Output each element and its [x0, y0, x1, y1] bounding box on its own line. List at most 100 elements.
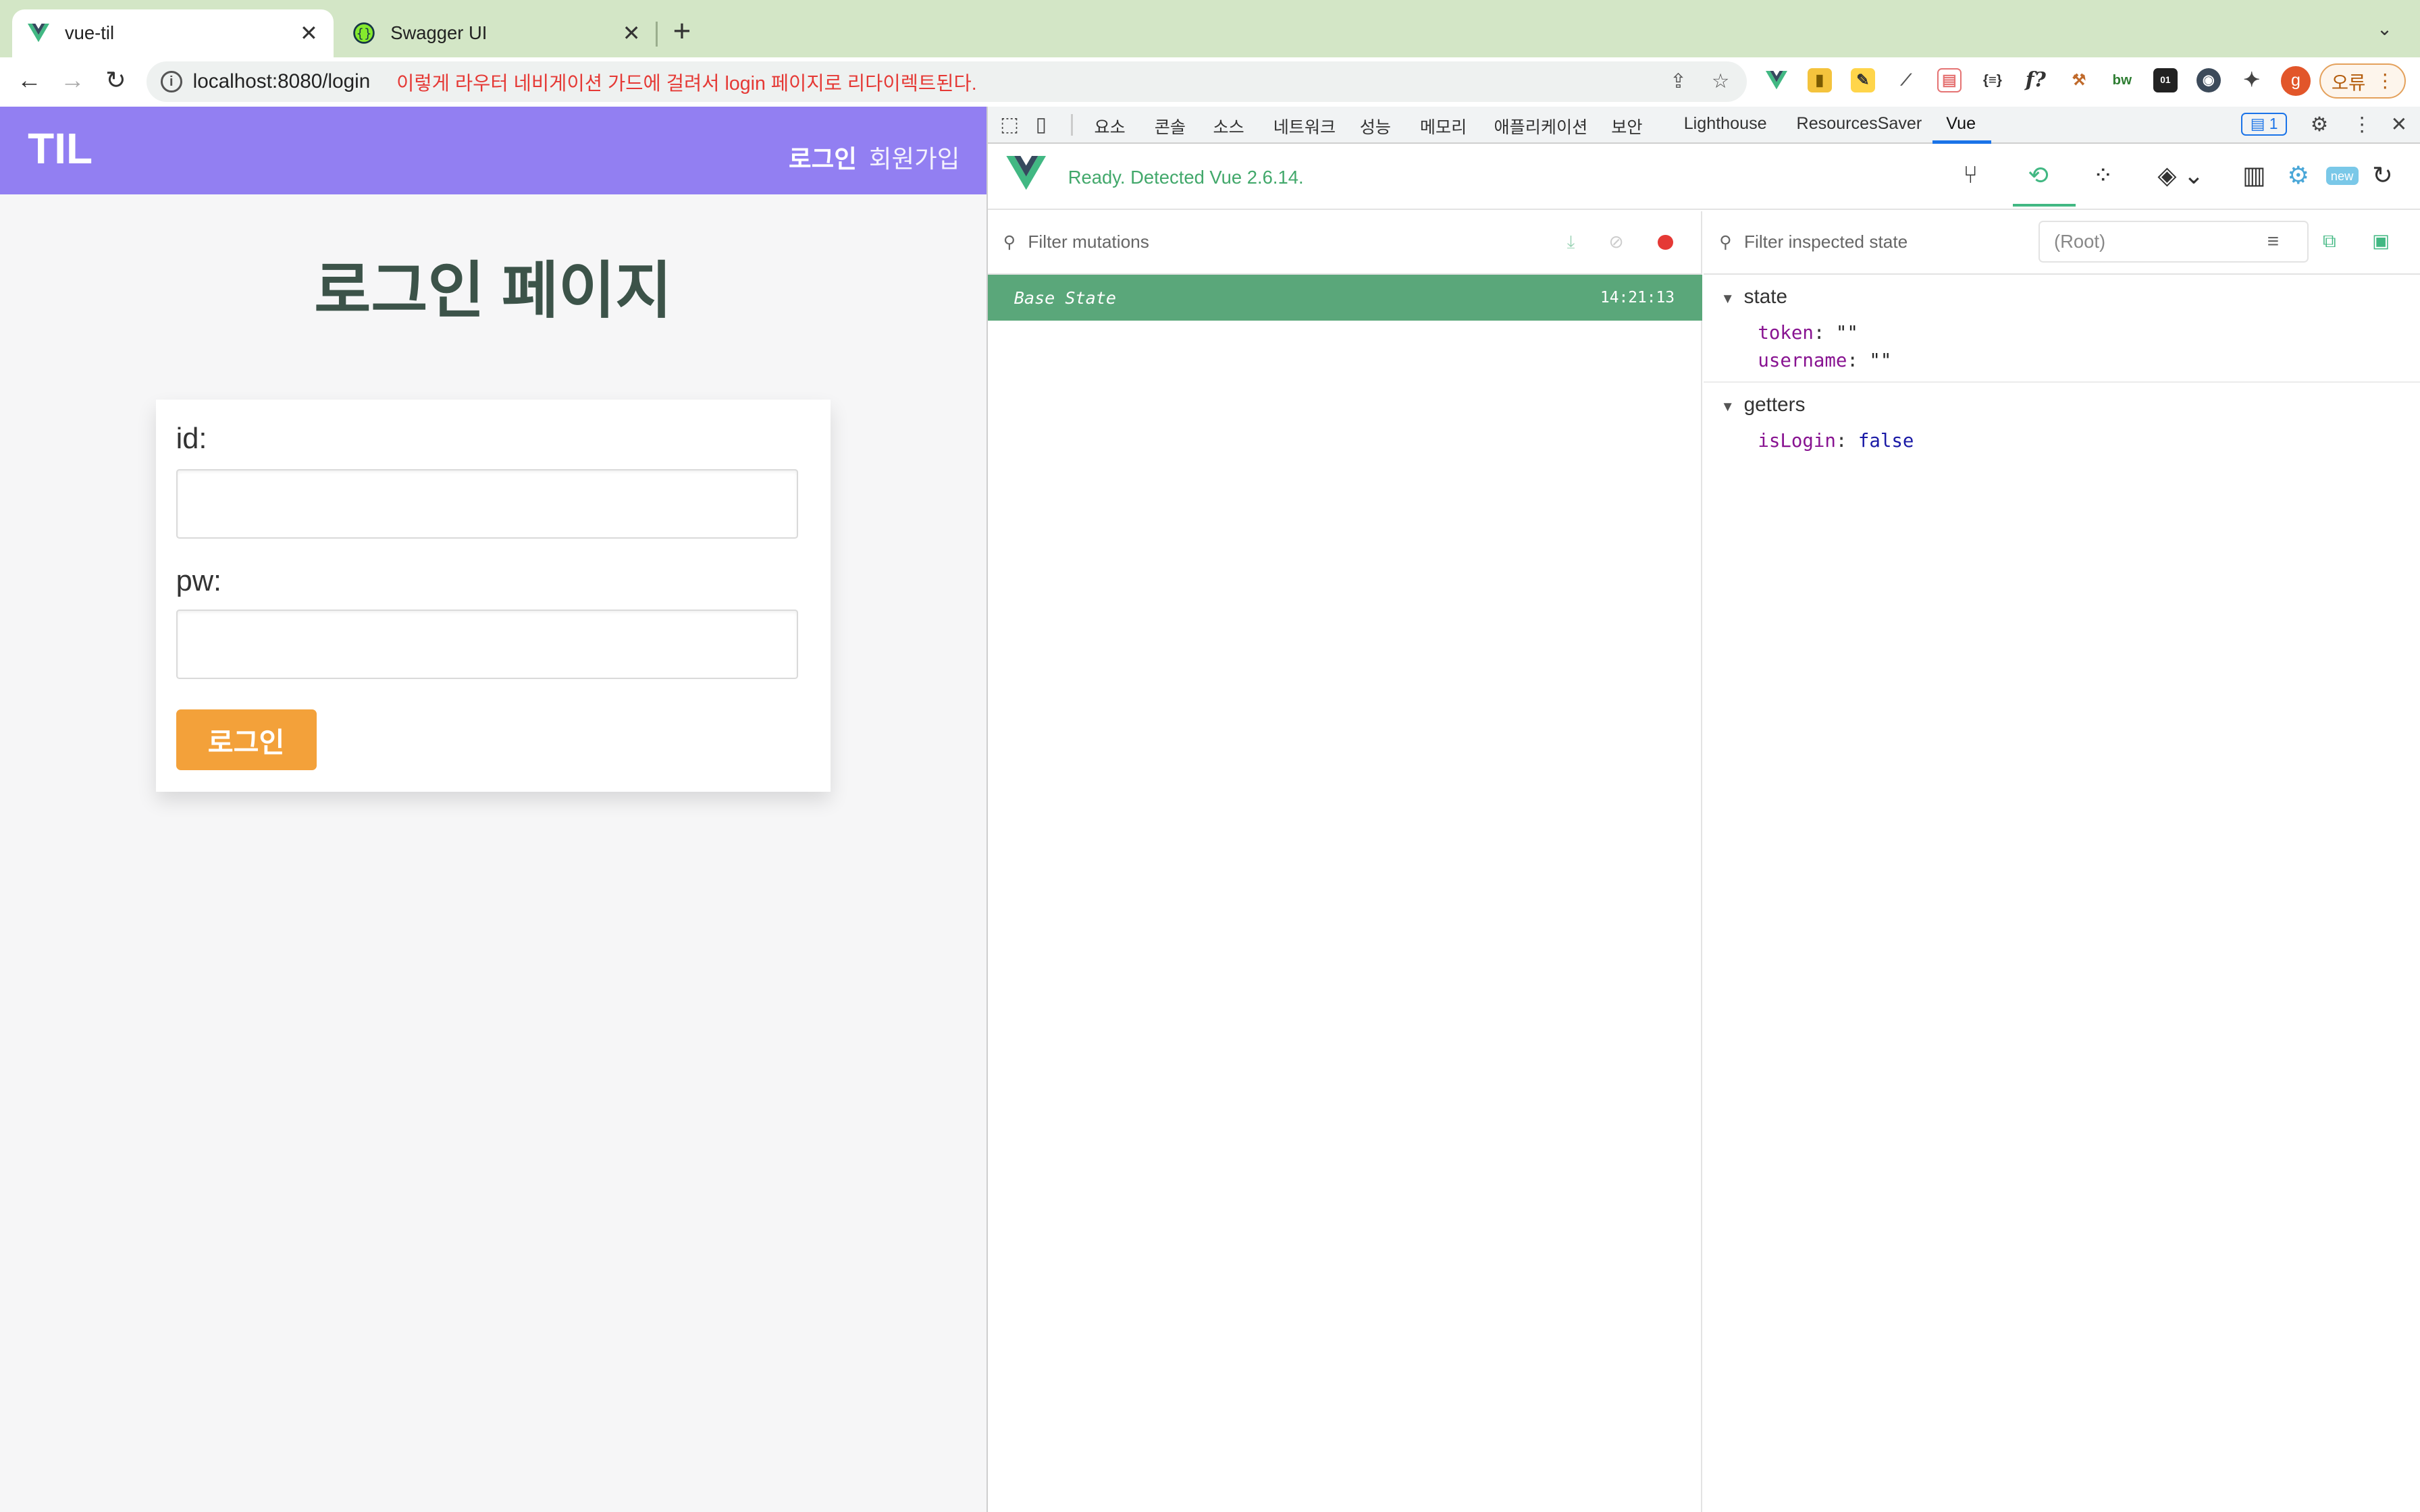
mutations-pane — [988, 211, 1703, 1512]
url-text: localhost:8080/login — [192, 70, 371, 93]
record-icon[interactable] — [1657, 234, 1673, 250]
avatar[interactable]: g — [2281, 66, 2311, 96]
bookmark-extension-icon[interactable]: ▮ — [1807, 68, 1833, 93]
mutations-filter-bar: ⚲ Filter mutations ⤓ ⊘ — [987, 211, 1703, 275]
github-extension-icon[interactable]: ◉ — [2196, 68, 2221, 93]
vue-logo-icon — [28, 22, 50, 44]
refresh-icon[interactable]: ↻ — [2372, 161, 2393, 190]
vue-logo-icon — [1006, 155, 1047, 196]
gear-icon[interactable]: ⚙ — [2311, 113, 2329, 136]
state-section-toggle[interactable]: ▼ state — [1721, 286, 1787, 308]
clear-icon[interactable]: ⊘ — [1609, 232, 1624, 252]
eyedropper-extension-icon[interactable]: ⟋ — [1894, 68, 1919, 93]
close-icon[interactable]: ✕ — [623, 20, 641, 46]
json-extension-icon[interactable]: {≡} — [1980, 68, 2005, 93]
highlighter-extension-icon[interactable]: ✎ — [1850, 68, 1876, 93]
getters-section-toggle[interactable]: ▼ getters — [1721, 394, 1806, 416]
calendar-extension-icon[interactable]: ▤ — [1937, 68, 1962, 93]
close-icon[interactable]: ✕ — [300, 20, 318, 46]
chevron-down-icon[interactable]: ⌄ — [2377, 18, 2392, 40]
devtools-tab-performance[interactable]: 성능 — [1360, 114, 1391, 138]
reload-icon[interactable]: ↻ — [101, 66, 132, 94]
getter-key: isLogin — [1758, 430, 1836, 452]
copy-icon[interactable]: ⧉ — [2323, 230, 2336, 252]
state-row-username: username: "" — [1758, 350, 1892, 371]
nav-signup-link[interactable]: 회원가입 — [869, 139, 960, 175]
pw-label: pw: — [176, 564, 222, 597]
getters-section-title: getters — [1743, 393, 1806, 416]
devtools-tab-memory[interactable]: 메모리 — [1420, 114, 1467, 138]
state-value[interactable]: "" — [1836, 323, 1858, 344]
devtools-tab-lighthouse[interactable]: Lighthouse — [1684, 114, 1767, 134]
getter-value: false — [1858, 430, 1914, 452]
mutations-filter-input[interactable]: Filter mutations — [1028, 232, 1567, 252]
swagger-icon: {} — [353, 22, 375, 44]
devtools-tab-console[interactable]: 콘솔 — [1155, 114, 1186, 138]
new-tab-icon[interactable]: + — [673, 15, 691, 47]
inspect-element-icon[interactable]: ⬚ — [1000, 113, 1019, 136]
state-section-title: state — [1743, 285, 1788, 308]
search-icon: ⚲ — [1719, 232, 1732, 252]
tab-swagger-ui[interactable]: {} Swagger UI ✕ — [338, 9, 656, 57]
settings-tab-icon[interactable]: ⚙ — [2287, 161, 2309, 190]
login-button[interactable]: 로그인 — [176, 709, 317, 770]
caret-down-icon: ▼ — [1720, 398, 1735, 414]
vue-devtools-extension-icon[interactable] — [1764, 68, 1789, 93]
info-icon[interactable]: i — [160, 71, 182, 93]
id-input[interactable] — [176, 468, 798, 539]
issues-badge[interactable]: ▤ 1 — [2240, 112, 2288, 136]
state-filter-input[interactable]: Filter inspected state — [1744, 232, 1908, 252]
mutation-time: 14:21:13 — [1600, 289, 1675, 307]
state-value[interactable]: "" — [1869, 350, 1891, 371]
more-vert-icon[interactable]: ⋮ — [2352, 113, 2372, 136]
back-icon[interactable]: ← — [14, 66, 45, 94]
tab-title: Swagger UI — [390, 22, 488, 44]
error-button[interactable]: 오류 ⋮ — [2319, 63, 2406, 99]
annotation-text: 이렇게 라우터 네비게이션 가드에 걸려서 login 페이지로 리다이렉트된다… — [396, 72, 977, 94]
download-icon[interactable]: ⤓ — [1567, 232, 1575, 253]
hammer-extension-icon[interactable]: ⚒ — [2067, 68, 2092, 93]
state-key: username — [1758, 350, 1847, 371]
new-badge: new — [2325, 166, 2359, 186]
getter-row-islogin: isLogin: false — [1758, 430, 1914, 452]
vue-status-text: Ready. Detected Vue 2.6.14. — [1068, 166, 1304, 188]
tab-vue-til[interactable]: vue-til ✕ — [12, 9, 334, 57]
root-selector-label: (Root) — [2053, 230, 2106, 252]
star-icon[interactable]: ☆ — [1712, 70, 1730, 93]
caret-down-icon: ▼ — [1720, 290, 1735, 306]
devtools-tab-network[interactable]: 네트워크 — [1273, 114, 1336, 138]
mutation-item[interactable]: Base State 14:21:13 — [987, 274, 1703, 321]
forward-icon[interactable]: → — [57, 66, 88, 94]
paste-icon[interactable]: ▣ — [2372, 230, 2390, 252]
share-icon[interactable]: ⇪ — [1670, 70, 1687, 93]
nav-login-link[interactable]: 로그인 — [789, 139, 857, 175]
vuex-history-icon[interactable]: ⟲ — [2028, 161, 2049, 190]
vuex-tab-indicator — [2012, 203, 2076, 207]
puzzle-icon[interactable]: ✦ — [2240, 68, 2265, 93]
state-key: token — [1758, 322, 1814, 344]
search-icon: ⚲ — [1003, 232, 1016, 252]
routing-tab-icon[interactable]: ◈ ⌄ — [2157, 161, 2204, 190]
pw-input[interactable] — [176, 609, 798, 679]
binary-extension-icon[interactable]: 01 — [2153, 68, 2178, 93]
devtools-tab-application[interactable]: 애플리케이션 — [1494, 114, 1588, 138]
devtools-tab-vue[interactable]: Vue — [1946, 114, 1976, 134]
error-button-label: 오류 — [2331, 72, 2366, 93]
devtools-tab-sources[interactable]: 소스 — [1213, 114, 1244, 138]
devtools-tab-elements[interactable]: 요소 — [1095, 114, 1126, 138]
address-bar[interactable]: i localhost:8080/login 이렇게 라우터 네비게이션 가드에… — [147, 61, 1747, 102]
device-toolbar-icon[interactable]: ▯ — [1036, 113, 1047, 136]
app-logo[interactable]: TIL — [28, 124, 93, 173]
devtools-tab-resourcessaver[interactable]: ResourcesSaver — [1797, 114, 1922, 134]
components-tab-icon[interactable]: ⑂ — [1963, 161, 1978, 189]
id-label: id: — [176, 423, 207, 456]
issues-count: 1 — [2269, 115, 2278, 133]
bw-extension-icon[interactable]: bw — [2110, 68, 2135, 93]
devtools-tab-security[interactable]: 보안 — [1611, 114, 1642, 138]
close-icon[interactable]: ✕ — [2391, 113, 2408, 136]
filter-list-icon[interactable]: ≡ — [2267, 230, 2279, 253]
tab-title: vue-til — [64, 22, 115, 44]
function-extension-icon[interactable]: f? — [2024, 68, 2049, 93]
events-tab-icon[interactable]: ⁘ — [2093, 161, 2113, 190]
performance-tab-icon[interactable]: ▥ — [2242, 161, 2266, 190]
